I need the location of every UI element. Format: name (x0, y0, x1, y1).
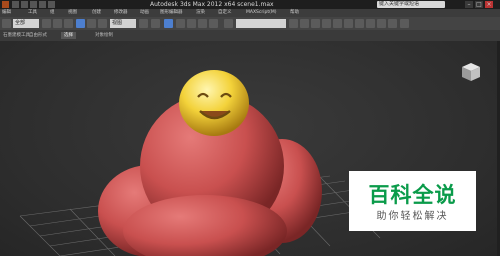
curve-editor-icon[interactable] (333, 19, 342, 28)
selection-filter-dropdown[interactable]: 全部 (13, 19, 39, 28)
menu-modifiers[interactable]: 修改器 (114, 9, 128, 17)
menu-customize[interactable]: 自定义 (218, 9, 232, 17)
menu-bar: 编辑 工具 组 视图 创建 修改器 动画 图形编辑器 渲染 自定义 MAXScr… (0, 9, 500, 17)
render-production-icon[interactable] (388, 19, 397, 28)
window-title: Autodesk 3ds Max 2012 x64 scene1.max (150, 1, 274, 8)
graphite-toggle-icon[interactable] (322, 19, 331, 28)
menu-group[interactable]: 组 (50, 9, 55, 17)
layer-manager-icon[interactable] (311, 19, 320, 28)
baike-watermark: 百科全说 助你轻松解决 (349, 171, 476, 231)
edit-named-selection-icon[interactable] (224, 19, 233, 28)
material-editor-icon[interactable] (355, 19, 364, 28)
smiley-head-model[interactable] (179, 70, 249, 136)
pivot-center-icon[interactable] (139, 19, 148, 28)
undo-icon[interactable] (39, 1, 46, 8)
3dsmax-window: Autodesk 3ds Max 2012 x64 scene1.max 键入关… (0, 0, 500, 256)
snaps-toggle-icon[interactable] (176, 19, 185, 28)
redo-icon[interactable] (48, 1, 55, 8)
select-manipulate-icon[interactable] (151, 19, 160, 28)
align-icon[interactable] (300, 19, 309, 28)
watermark-title: 百科全说 (368, 183, 457, 207)
select-and-scale-icon[interactable] (98, 19, 107, 28)
menu-animation[interactable]: 动画 (140, 9, 149, 17)
teapot-render-icon[interactable] (400, 19, 409, 28)
title-bar: Autodesk 3ds Max 2012 x64 scene1.max 键入关… (0, 0, 500, 9)
save-file-icon[interactable] (30, 1, 37, 8)
menu-edit[interactable]: 编辑 (2, 9, 11, 17)
tab-freeform[interactable]: 自由形式 (26, 32, 50, 39)
select-by-name-icon[interactable] (53, 19, 62, 28)
new-file-icon[interactable] (12, 1, 19, 8)
main-toolbar: 全部 视图 (0, 17, 500, 30)
select-and-move-icon[interactable] (76, 19, 85, 28)
viewcube-icon[interactable] (460, 61, 482, 83)
menu-graph-editors[interactable]: 图形编辑器 (160, 9, 183, 17)
rectangular-selection-icon[interactable] (64, 19, 73, 28)
menu-create[interactable]: 创建 (92, 9, 101, 17)
tab-object-paint[interactable]: 对象绘制 (92, 32, 116, 39)
menu-views[interactable]: 视图 (68, 9, 77, 17)
search-input[interactable]: 键入关键字或短语 (377, 1, 445, 8)
maximize-button[interactable]: □ (475, 1, 483, 8)
undo-icon[interactable] (2, 19, 11, 28)
minimize-button[interactable]: – (465, 1, 473, 8)
select-and-rotate-icon[interactable] (87, 19, 96, 28)
ribbon-tabs: 石墨建模工具 自由形式 选择 对象绘制 (0, 30, 500, 41)
named-selection-dropdown[interactable] (236, 19, 286, 28)
menu-help[interactable]: 帮助 (290, 9, 299, 17)
keyboard-shortcut-toggle-icon[interactable] (164, 19, 173, 28)
spinner-snap-icon[interactable] (209, 19, 218, 28)
menu-rendering[interactable]: 渲染 (196, 9, 205, 17)
select-object-icon[interactable] (42, 19, 51, 28)
angle-snap-icon[interactable] (187, 19, 196, 28)
percent-snap-icon[interactable] (198, 19, 207, 28)
open-file-icon[interactable] (21, 1, 28, 8)
app-logo-icon[interactable] (2, 1, 9, 8)
rendered-frame-window-icon[interactable] (377, 19, 386, 28)
render-setup-icon[interactable] (366, 19, 375, 28)
tab-selection[interactable]: 选择 (61, 32, 76, 39)
menu-tools[interactable]: 工具 (28, 9, 37, 17)
menu-maxscript[interactable]: MAXScript(M) (246, 9, 277, 17)
close-button[interactable]: × (485, 1, 493, 8)
schematic-view-icon[interactable] (344, 19, 353, 28)
reference-coordinate-dropdown[interactable]: 视图 (110, 19, 136, 28)
watermark-subtitle: 助你轻松解决 (376, 211, 449, 222)
mirror-icon[interactable] (289, 19, 298, 28)
